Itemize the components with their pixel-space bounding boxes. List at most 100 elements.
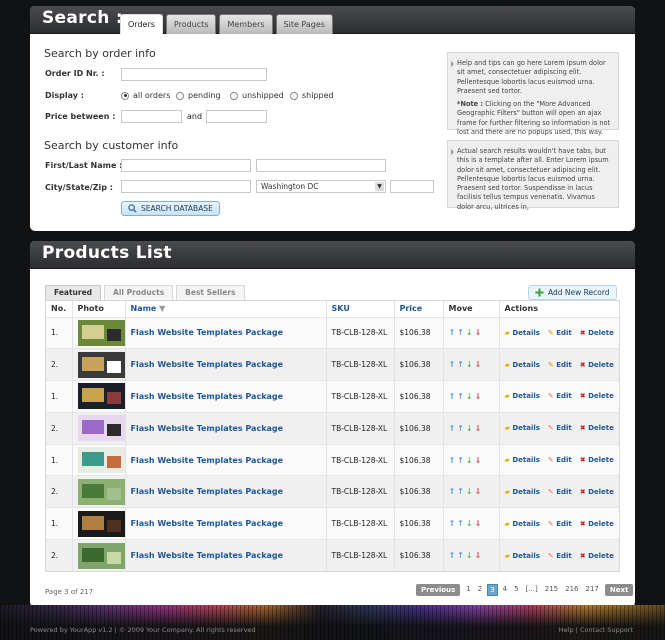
state-select[interactable]: Washington DC ▼ <box>256 180 386 193</box>
details-button[interactable]: ▰ Details <box>505 520 540 528</box>
edit-button[interactable]: ✎ Edit <box>548 361 572 369</box>
last-name-input[interactable] <box>256 159 386 172</box>
delete-button[interactable]: ✖ Delete <box>580 392 614 400</box>
edit-button[interactable]: ✎ Edit <box>548 329 572 337</box>
zip-input[interactable] <box>390 180 434 193</box>
details-button[interactable]: ▰ Details <box>505 488 540 496</box>
product-link[interactable]: Flash Website Templates Package <box>131 424 284 433</box>
product-thumbnail[interactable] <box>77 319 125 346</box>
city-input[interactable] <box>121 180 251 193</box>
delete-button[interactable]: ✖ Delete <box>580 520 614 528</box>
tab-orders[interactable]: Orders <box>120 14 163 34</box>
tab-site-pages[interactable]: Site Pages <box>275 14 333 34</box>
move-up-icon[interactable]: ↑ <box>457 328 464 337</box>
tab-featured[interactable]: Featured <box>45 285 102 300</box>
delete-button[interactable]: ✖ Delete <box>580 488 614 496</box>
move-bottom-icon[interactable]: ⇓ <box>475 487 482 496</box>
move-down-icon[interactable]: ↓ <box>466 551 473 560</box>
move-bottom-icon[interactable]: ⇓ <box>475 519 482 528</box>
product-link[interactable]: Flash Website Templates Package <box>131 519 284 528</box>
product-link[interactable]: Flash Website Templates Package <box>131 392 284 401</box>
details-button[interactable]: ▰ Details <box>505 552 540 560</box>
next-button[interactable]: Next <box>604 584 634 596</box>
product-thumbnail[interactable] <box>77 542 125 569</box>
details-button[interactable]: ▰ Details <box>505 329 540 337</box>
delete-button[interactable]: ✖ Delete <box>580 329 614 337</box>
page-number[interactable]: 2 <box>476 584 484 596</box>
move-down-icon[interactable]: ↓ <box>466 360 473 369</box>
page-number[interactable]: 4 <box>501 584 509 596</box>
page-number[interactable]: 215 <box>543 584 560 596</box>
footer-links[interactable]: Help | Contact Support <box>559 626 633 634</box>
add-record-button[interactable]: Add New Record <box>528 285 617 300</box>
delete-button[interactable]: ✖ Delete <box>580 424 614 432</box>
col-name[interactable]: Name ▼ <box>125 301 327 317</box>
price-min-input[interactable] <box>121 110 182 123</box>
details-button[interactable]: ▰ Details <box>505 361 540 369</box>
move-top-icon[interactable]: ⇑ <box>449 360 456 369</box>
product-thumbnail[interactable] <box>77 383 125 410</box>
product-link[interactable]: Flash Website Templates Package <box>131 551 284 560</box>
radio-unshipped[interactable]: unshipped <box>230 91 284 100</box>
details-button[interactable]: ▰ Details <box>505 424 540 432</box>
edit-button[interactable]: ✎ Edit <box>548 552 572 560</box>
move-bottom-icon[interactable]: ⇓ <box>475 360 482 369</box>
page-number[interactable]: 1 <box>464 584 472 596</box>
move-bottom-icon[interactable]: ⇓ <box>475 392 482 401</box>
move-up-icon[interactable]: ↑ <box>457 551 464 560</box>
product-thumbnail[interactable] <box>77 447 125 474</box>
product-link[interactable]: Flash Website Templates Package <box>131 487 284 496</box>
page-number[interactable]: 216 <box>563 584 580 596</box>
product-thumbnail[interactable] <box>77 478 125 505</box>
move-bottom-icon[interactable]: ⇓ <box>475 424 482 433</box>
move-up-icon[interactable]: ↑ <box>457 487 464 496</box>
delete-button[interactable]: ✖ Delete <box>580 361 614 369</box>
search-database-button[interactable]: SEARCH DATABASE <box>121 201 220 216</box>
delete-button[interactable]: ✖ Delete <box>580 456 614 464</box>
move-down-icon[interactable]: ↓ <box>466 456 473 465</box>
move-up-icon[interactable]: ↑ <box>457 424 464 433</box>
move-top-icon[interactable]: ⇑ <box>449 519 456 528</box>
product-link[interactable]: Flash Website Templates Package <box>131 456 284 465</box>
delete-button[interactable]: ✖ Delete <box>580 552 614 560</box>
move-top-icon[interactable]: ⇑ <box>449 424 456 433</box>
move-top-icon[interactable]: ⇑ <box>449 328 456 337</box>
move-bottom-icon[interactable]: ⇓ <box>475 328 482 337</box>
move-top-icon[interactable]: ⇑ <box>449 487 456 496</box>
details-button[interactable]: ▰ Details <box>505 456 540 464</box>
edit-button[interactable]: ✎ Edit <box>548 392 572 400</box>
move-top-icon[interactable]: ⇑ <box>449 551 456 560</box>
move-down-icon[interactable]: ↓ <box>466 487 473 496</box>
tab-products[interactable]: Products <box>165 14 217 34</box>
tab-all-products[interactable]: All Products <box>104 285 174 300</box>
price-max-input[interactable] <box>206 110 267 123</box>
edit-button[interactable]: ✎ Edit <box>548 520 572 528</box>
details-button[interactable]: ▰ Details <box>505 392 540 400</box>
radio-pending[interactable]: pending <box>176 91 221 100</box>
move-up-icon[interactable]: ↑ <box>457 519 464 528</box>
product-link[interactable]: Flash Website Templates Package <box>131 328 284 337</box>
move-top-icon[interactable]: ⇑ <box>449 392 456 401</box>
edit-button[interactable]: ✎ Edit <box>548 424 572 432</box>
tab-members[interactable]: Members <box>219 14 273 34</box>
product-thumbnail[interactable] <box>77 415 125 442</box>
radio-shipped[interactable]: shipped <box>290 91 334 100</box>
move-up-icon[interactable]: ↑ <box>457 392 464 401</box>
order-id-input[interactable] <box>121 68 267 81</box>
first-name-input[interactable] <box>121 159 251 172</box>
product-thumbnail[interactable] <box>77 510 125 537</box>
product-thumbnail[interactable] <box>77 351 125 378</box>
move-down-icon[interactable]: ↓ <box>466 328 473 337</box>
move-top-icon[interactable]: ⇑ <box>449 456 456 465</box>
tab-best-sellers[interactable]: Best Sellers <box>176 285 245 300</box>
move-down-icon[interactable]: ↓ <box>466 519 473 528</box>
edit-button[interactable]: ✎ Edit <box>548 488 572 496</box>
page-number[interactable]: 5 <box>512 584 520 596</box>
page-number[interactable]: 3 <box>487 584 498 596</box>
move-up-icon[interactable]: ↑ <box>457 456 464 465</box>
move-down-icon[interactable]: ↓ <box>466 424 473 433</box>
move-down-icon[interactable]: ↓ <box>466 392 473 401</box>
product-link[interactable]: Flash Website Templates Package <box>131 360 284 369</box>
edit-button[interactable]: ✎ Edit <box>548 456 572 464</box>
previous-button[interactable]: Previous <box>416 584 461 596</box>
